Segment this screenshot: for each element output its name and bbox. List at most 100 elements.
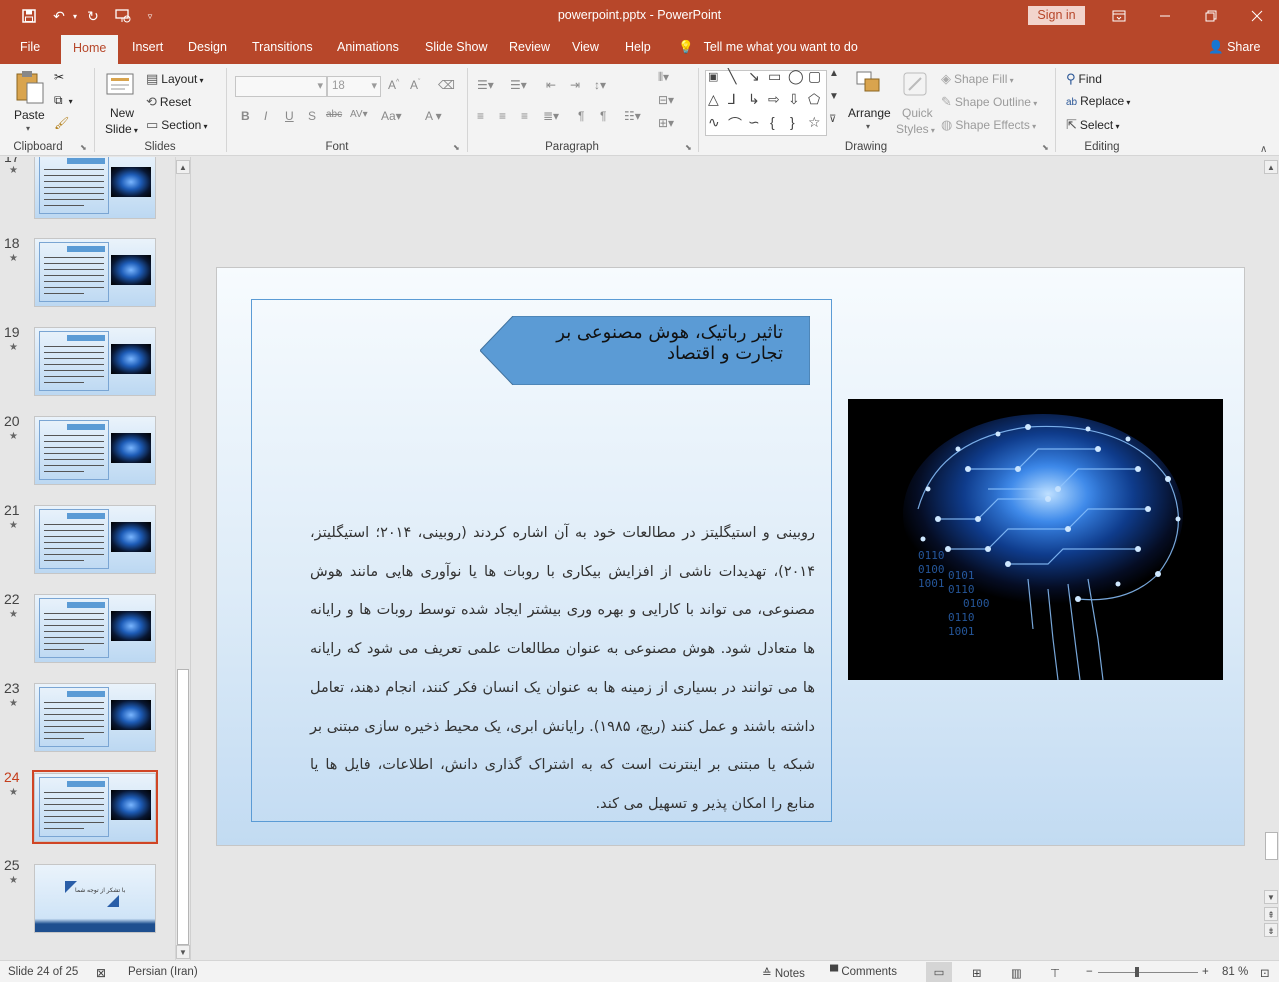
paste-button[interactable]: Paste ▾ (10, 68, 48, 136)
gallery-more-icon[interactable]: ⊽ (829, 114, 836, 125)
undo-dropdown-icon[interactable]: ▾ (70, 6, 80, 26)
notes-button[interactable]: ≙ Notes (762, 966, 805, 980)
elbow-connector-shape-icon[interactable]: ⅃ (728, 91, 736, 108)
decrease-font-size-icon[interactable]: Aˇ (410, 78, 420, 92)
thumbnails-scrollbar[interactable]: ▲ ▼ (175, 157, 190, 960)
layout-button[interactable]: ▤ Layout ▾ (146, 71, 204, 87)
redo-icon[interactable]: ↻ (82, 6, 104, 26)
bold-icon[interactable]: B (241, 109, 250, 123)
next-slide-icon[interactable]: ⇟ (1264, 923, 1278, 937)
text-box-shape-icon[interactable]: ▣ (708, 70, 718, 83)
fit-to-window-icon[interactable]: ⊡ (1260, 966, 1270, 980)
tab-view[interactable]: View (572, 40, 599, 54)
columns-icon[interactable]: ☷▾ (624, 109, 641, 123)
slide-body-text[interactable]: روبینی و استیگلیتز در مطالعات خود به آن … (310, 514, 815, 824)
italic-icon[interactable]: I (264, 109, 267, 123)
increase-indent-icon[interactable]: ⇥ (570, 78, 580, 92)
tab-slide-show[interactable]: Slide Show (425, 40, 488, 54)
curve-shape-icon[interactable]: ∽ (748, 114, 760, 131)
zoom-slider[interactable] (1098, 972, 1198, 973)
ltr-icon[interactable]: ¶ (578, 109, 584, 123)
slide-thumbnail[interactable] (34, 416, 156, 485)
character-spacing-icon[interactable]: AV▾ (350, 109, 368, 120)
shape-fill-button[interactable]: ◈ Shape Fill ▾ (941, 71, 1014, 87)
line-spacing-icon[interactable]: ↕▾ (594, 78, 606, 92)
shape-effects-button[interactable]: ◍ Shape Effects ▾ (941, 117, 1036, 133)
left-brace-shape-icon[interactable]: { (770, 114, 775, 130)
text-shadow-icon[interactable]: S (308, 109, 316, 123)
convert-smartart-icon[interactable]: ⊞▾ (658, 116, 674, 130)
main-scrollbar[interactable]: ▲ ▼ ⇞ ⇟ (1264, 157, 1279, 960)
slide-show-icon[interactable]: ⊤ (1050, 966, 1060, 980)
font-name-dropdown[interactable]: ▾ (235, 76, 327, 97)
format-painter-icon[interactable]: 🖌 (54, 116, 69, 130)
arrange-button[interactable]: Arrange ▾ (848, 70, 892, 136)
slide-sorter-icon[interactable]: ⊞ (972, 966, 982, 980)
shape-outline-button[interactable]: ✎ Shape Outline ▾ (941, 94, 1037, 110)
bullets-icon[interactable]: ☰▾ (477, 78, 494, 92)
align-right-icon[interactable]: ≡ (521, 109, 528, 123)
reading-view-icon[interactable]: ▥ (1011, 966, 1022, 980)
slide-thumbnail[interactable] (34, 327, 156, 396)
close-icon[interactable] (1234, 0, 1279, 32)
tab-file[interactable]: File (20, 40, 40, 54)
slide-thumbnail[interactable] (34, 505, 156, 574)
paragraph-launcher-icon[interactable]: ⬊ (685, 143, 692, 152)
slide-thumbnail-current[interactable] (34, 773, 156, 842)
spelling-check-icon[interactable]: ⊠ (96, 966, 106, 980)
previous-slide-icon[interactable]: ⇞ (1264, 907, 1278, 921)
justify-icon[interactable]: ≣▾ (543, 109, 559, 123)
tab-review[interactable]: Review (509, 40, 550, 54)
scroll-down-icon[interactable]: ▼ (176, 945, 190, 959)
find-button[interactable]: ⚲ Find (1066, 71, 1102, 87)
slide-thumbnail[interactable] (34, 238, 156, 307)
tab-home[interactable]: Home (61, 35, 119, 64)
tab-animations[interactable]: Animations (337, 40, 399, 54)
tell-me-box[interactable]: 💡 Tell me what you want to do (678, 40, 858, 55)
flowchart-shape-icon[interactable]: ⬠ (808, 91, 820, 108)
elbow-arrow-shape-icon[interactable]: ↳ (748, 91, 760, 108)
clipboard-launcher-icon[interactable]: ⬊ (80, 143, 87, 152)
customize-toolbar-icon[interactable]: ▿ (142, 6, 158, 26)
star-shape-icon[interactable]: ☆ (808, 114, 821, 131)
font-color-icon[interactable]: A ▾ (425, 109, 442, 123)
start-from-beginning-icon[interactable] (112, 6, 134, 26)
increase-font-size-icon[interactable]: A^ (388, 78, 399, 92)
rounded-rectangle-shape-icon[interactable]: ▢ (808, 68, 821, 85)
oval-shape-icon[interactable]: ◯ (788, 68, 804, 85)
undo-icon[interactable]: ↶ (48, 6, 70, 26)
new-slide-button[interactable]: New Slide ▾ (102, 68, 140, 136)
clear-formatting-icon[interactable]: ⌫ (438, 78, 455, 92)
scrollbar-thumb[interactable] (177, 669, 189, 945)
gallery-up-icon[interactable]: ▲ (829, 68, 839, 79)
align-center-icon[interactable]: ≡ (499, 109, 506, 123)
arrow-shape-icon[interactable]: ↘ (748, 68, 760, 85)
language-indicator[interactable]: Persian (Iran) (128, 966, 198, 978)
zoom-level[interactable]: 81 % (1222, 966, 1248, 978)
freeform-shape-icon[interactable]: ∿ (708, 114, 720, 131)
right-arrow-shape-icon[interactable]: ⇨ (768, 91, 780, 108)
font-size-dropdown[interactable]: 18 ▾ (327, 76, 381, 97)
brain-circuit-image[interactable]: 0110 0100 1001 0101 0110 0100 0110 1001 (848, 399, 1223, 680)
align-left-icon[interactable]: ≡ (477, 109, 484, 123)
scrollbar-thumb[interactable] (1265, 832, 1278, 860)
minimize-icon[interactable] (1142, 0, 1188, 32)
paste-dropdown-icon[interactable]: ▾ (26, 124, 30, 133)
slide-thumbnail[interactable] (34, 157, 156, 219)
tab-help[interactable]: Help (625, 40, 651, 54)
scroll-up-icon[interactable]: ▲ (176, 160, 190, 174)
copy-icon[interactable]: ⧉ ▾ (54, 93, 73, 108)
slide-thumbnail[interactable] (34, 594, 156, 663)
rectangle-shape-icon[interactable]: ▭ (768, 68, 781, 85)
zoom-in-icon[interactable]: + (1202, 966, 1209, 978)
save-icon[interactable] (18, 6, 40, 26)
align-text-icon[interactable]: ⊟▾ (658, 93, 674, 107)
share-button[interactable]: 👤 Share (1208, 40, 1260, 55)
quick-styles-button[interactable]: Quick Styles ▾ (896, 70, 936, 136)
comments-button[interactable]: ▀ Comments (830, 966, 897, 978)
ribbon-display-options-icon[interactable] (1096, 0, 1142, 32)
select-button[interactable]: ⇱ Select ▾ (1066, 117, 1120, 133)
slide-thumbnail[interactable] (34, 683, 156, 752)
slide-thumbnail[interactable]: با تشکر از توجه شما (34, 864, 156, 933)
sign-in-button[interactable]: Sign in (1028, 6, 1085, 25)
